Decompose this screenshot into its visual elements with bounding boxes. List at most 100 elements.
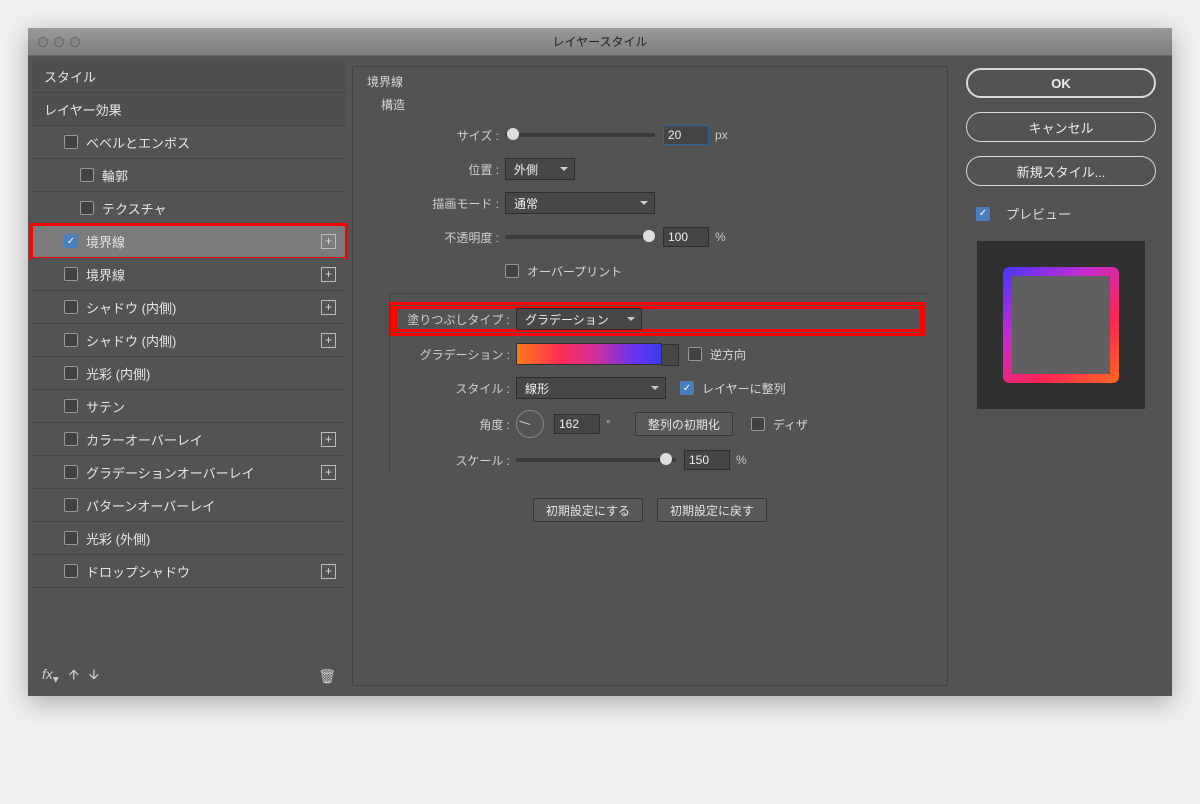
- effect-checkbox[interactable]: [64, 135, 78, 149]
- sidebar-item-label: テクスチャ: [102, 199, 166, 218]
- effect-checkbox[interactable]: ✓: [64, 234, 78, 248]
- effect-checkbox[interactable]: [64, 333, 78, 347]
- scale-slider[interactable]: [516, 458, 676, 462]
- preview-thumbnail: [977, 241, 1145, 409]
- trash-icon[interactable]: 🗑: [318, 668, 336, 685]
- sidebar-styles-header[interactable]: スタイル: [32, 60, 346, 93]
- scale-label: スケール :: [396, 452, 516, 469]
- sidebar-item-label: 光彩 (内側): [86, 364, 150, 383]
- reset-alignment-button[interactable]: 整列の初期化: [635, 412, 733, 436]
- effect-checkbox[interactable]: [64, 531, 78, 545]
- new-style-button[interactable]: 新規スタイル...: [966, 156, 1156, 186]
- effect-checkbox[interactable]: [64, 465, 78, 479]
- opacity-input[interactable]: [663, 227, 709, 247]
- sidebar-item[interactable]: ベベルとエンボス: [32, 126, 346, 159]
- window-controls[interactable]: [38, 37, 80, 47]
- preview-checkbox[interactable]: ✓: [976, 207, 990, 221]
- sidebar-item[interactable]: ✓ 境界線 +: [32, 225, 346, 258]
- gradient-label: グラデーション :: [396, 346, 516, 363]
- add-effect-icon[interactable]: +: [321, 267, 336, 282]
- effect-checkbox[interactable]: [64, 399, 78, 413]
- make-default-button[interactable]: 初期設定にする: [533, 498, 643, 522]
- sidebar-item-label: 境界線: [86, 232, 125, 251]
- group-title: 境界線: [363, 75, 407, 89]
- cancel-button[interactable]: キャンセル: [966, 112, 1156, 142]
- angle-label: 角度 :: [396, 416, 516, 433]
- sidebar-item[interactable]: 光彩 (外側): [32, 522, 346, 555]
- gradient-swatch[interactable]: [516, 343, 662, 365]
- ok-button[interactable]: OK: [966, 68, 1156, 98]
- add-effect-icon[interactable]: +: [321, 333, 336, 348]
- effect-checkbox[interactable]: [64, 267, 78, 281]
- structure-title: 構造: [381, 96, 931, 113]
- gradient-style-dropdown[interactable]: 線形: [516, 377, 666, 399]
- sidebar-item[interactable]: 光彩 (内側): [32, 357, 346, 390]
- sidebar-effects-header[interactable]: レイヤー効果: [32, 93, 346, 126]
- effect-checkbox[interactable]: [64, 432, 78, 446]
- sidebar-item-label: パターンオーバーレイ: [86, 496, 215, 515]
- angle-input[interactable]: [554, 414, 600, 434]
- sidebar-footer: fx▾ 🡩 🡫 🗑: [32, 660, 346, 692]
- sidebar-item-label: 光彩 (外側): [86, 529, 150, 548]
- reset-default-button[interactable]: 初期設定に戻す: [657, 498, 767, 522]
- opacity-slider[interactable]: [505, 235, 655, 239]
- fx-icon[interactable]: fx▾: [42, 666, 59, 686]
- dialog-title: レイヤースタイル: [552, 33, 647, 50]
- dither-checkbox[interactable]: [751, 417, 765, 431]
- position-label: 位置 :: [369, 161, 505, 178]
- sidebar-item-label: 境界線: [86, 265, 125, 284]
- filltype-label: 塗りつぶしタイプ :: [396, 311, 516, 328]
- opacity-label: 不透明度 :: [369, 229, 505, 246]
- sidebar-item-label: サテン: [86, 397, 125, 416]
- sidebar-item-label: シャドウ (内側): [86, 298, 176, 317]
- effect-checkbox[interactable]: [64, 366, 78, 380]
- add-effect-icon[interactable]: +: [321, 432, 336, 447]
- settings-panel: 境界線 構造 サイズ : px 位置 : 外側 描画モード : 通常 不透明度 …: [352, 66, 948, 686]
- move-down-icon[interactable]: 🡫: [89, 664, 99, 688]
- sidebar-item[interactable]: テクスチャ: [32, 192, 346, 225]
- size-slider[interactable]: [505, 133, 655, 137]
- effect-checkbox[interactable]: [64, 498, 78, 512]
- reverse-label: 逆方向: [710, 346, 746, 363]
- sidebar-item-label: ドロップシャドウ: [86, 562, 190, 581]
- overprint-checkbox[interactable]: [505, 264, 519, 278]
- effect-checkbox[interactable]: [80, 201, 94, 215]
- effect-checkbox[interactable]: [64, 564, 78, 578]
- layer-style-dialog: レイヤースタイル スタイル レイヤー効果 ベベルとエンボス輪郭テクスチャ✓境界線…: [28, 28, 1172, 696]
- sidebar-item[interactable]: サテン: [32, 390, 346, 423]
- sidebar-item-label: シャドウ (内側): [86, 331, 176, 350]
- sidebar-item[interactable]: パターンオーバーレイ: [32, 489, 346, 522]
- sidebar-item[interactable]: グラデーションオーバーレイ +: [32, 456, 346, 489]
- add-effect-icon[interactable]: +: [321, 234, 336, 249]
- preview-label: プレビュー: [1006, 204, 1071, 223]
- sidebar-item-label: グラデーションオーバーレイ: [86, 463, 255, 482]
- sidebar-item[interactable]: 境界線 +: [32, 258, 346, 291]
- right-panel: OK キャンセル 新規スタイル... ✓ プレビュー: [954, 60, 1168, 692]
- effect-checkbox[interactable]: [80, 168, 94, 182]
- add-effect-icon[interactable]: +: [321, 300, 336, 315]
- effects-sidebar: スタイル レイヤー効果 ベベルとエンボス輪郭テクスチャ✓境界線+境界線+シャドウ…: [32, 60, 346, 692]
- sidebar-item[interactable]: シャドウ (内側) +: [32, 324, 346, 357]
- sidebar-item[interactable]: カラーオーバーレイ +: [32, 423, 346, 456]
- sidebar-item[interactable]: 輪郭: [32, 159, 346, 192]
- angle-dial[interactable]: [516, 410, 544, 438]
- size-input[interactable]: [663, 125, 709, 145]
- reverse-checkbox[interactable]: [688, 347, 702, 361]
- effect-checkbox[interactable]: [64, 300, 78, 314]
- scale-input[interactable]: [684, 450, 730, 470]
- position-dropdown[interactable]: 外側: [505, 158, 575, 180]
- add-effect-icon[interactable]: +: [321, 465, 336, 480]
- gradient-style-label: スタイル :: [396, 380, 516, 397]
- blend-mode-dropdown[interactable]: 通常: [505, 192, 655, 214]
- sidebar-item-label: カラーオーバーレイ: [86, 430, 203, 449]
- sidebar-item[interactable]: シャドウ (内側) +: [32, 291, 346, 324]
- align-layer-checkbox[interactable]: ✓: [680, 381, 694, 395]
- filltype-dropdown[interactable]: グラデーション: [516, 308, 642, 330]
- titlebar: レイヤースタイル: [28, 28, 1172, 56]
- sidebar-item[interactable]: ドロップシャドウ +: [32, 555, 346, 588]
- move-up-icon[interactable]: 🡩: [69, 664, 79, 688]
- dither-label: ディザ: [773, 416, 808, 433]
- add-effect-icon[interactable]: +: [321, 564, 336, 579]
- size-label: サイズ :: [369, 127, 505, 144]
- sidebar-item-label: ベベルとエンボス: [86, 133, 190, 152]
